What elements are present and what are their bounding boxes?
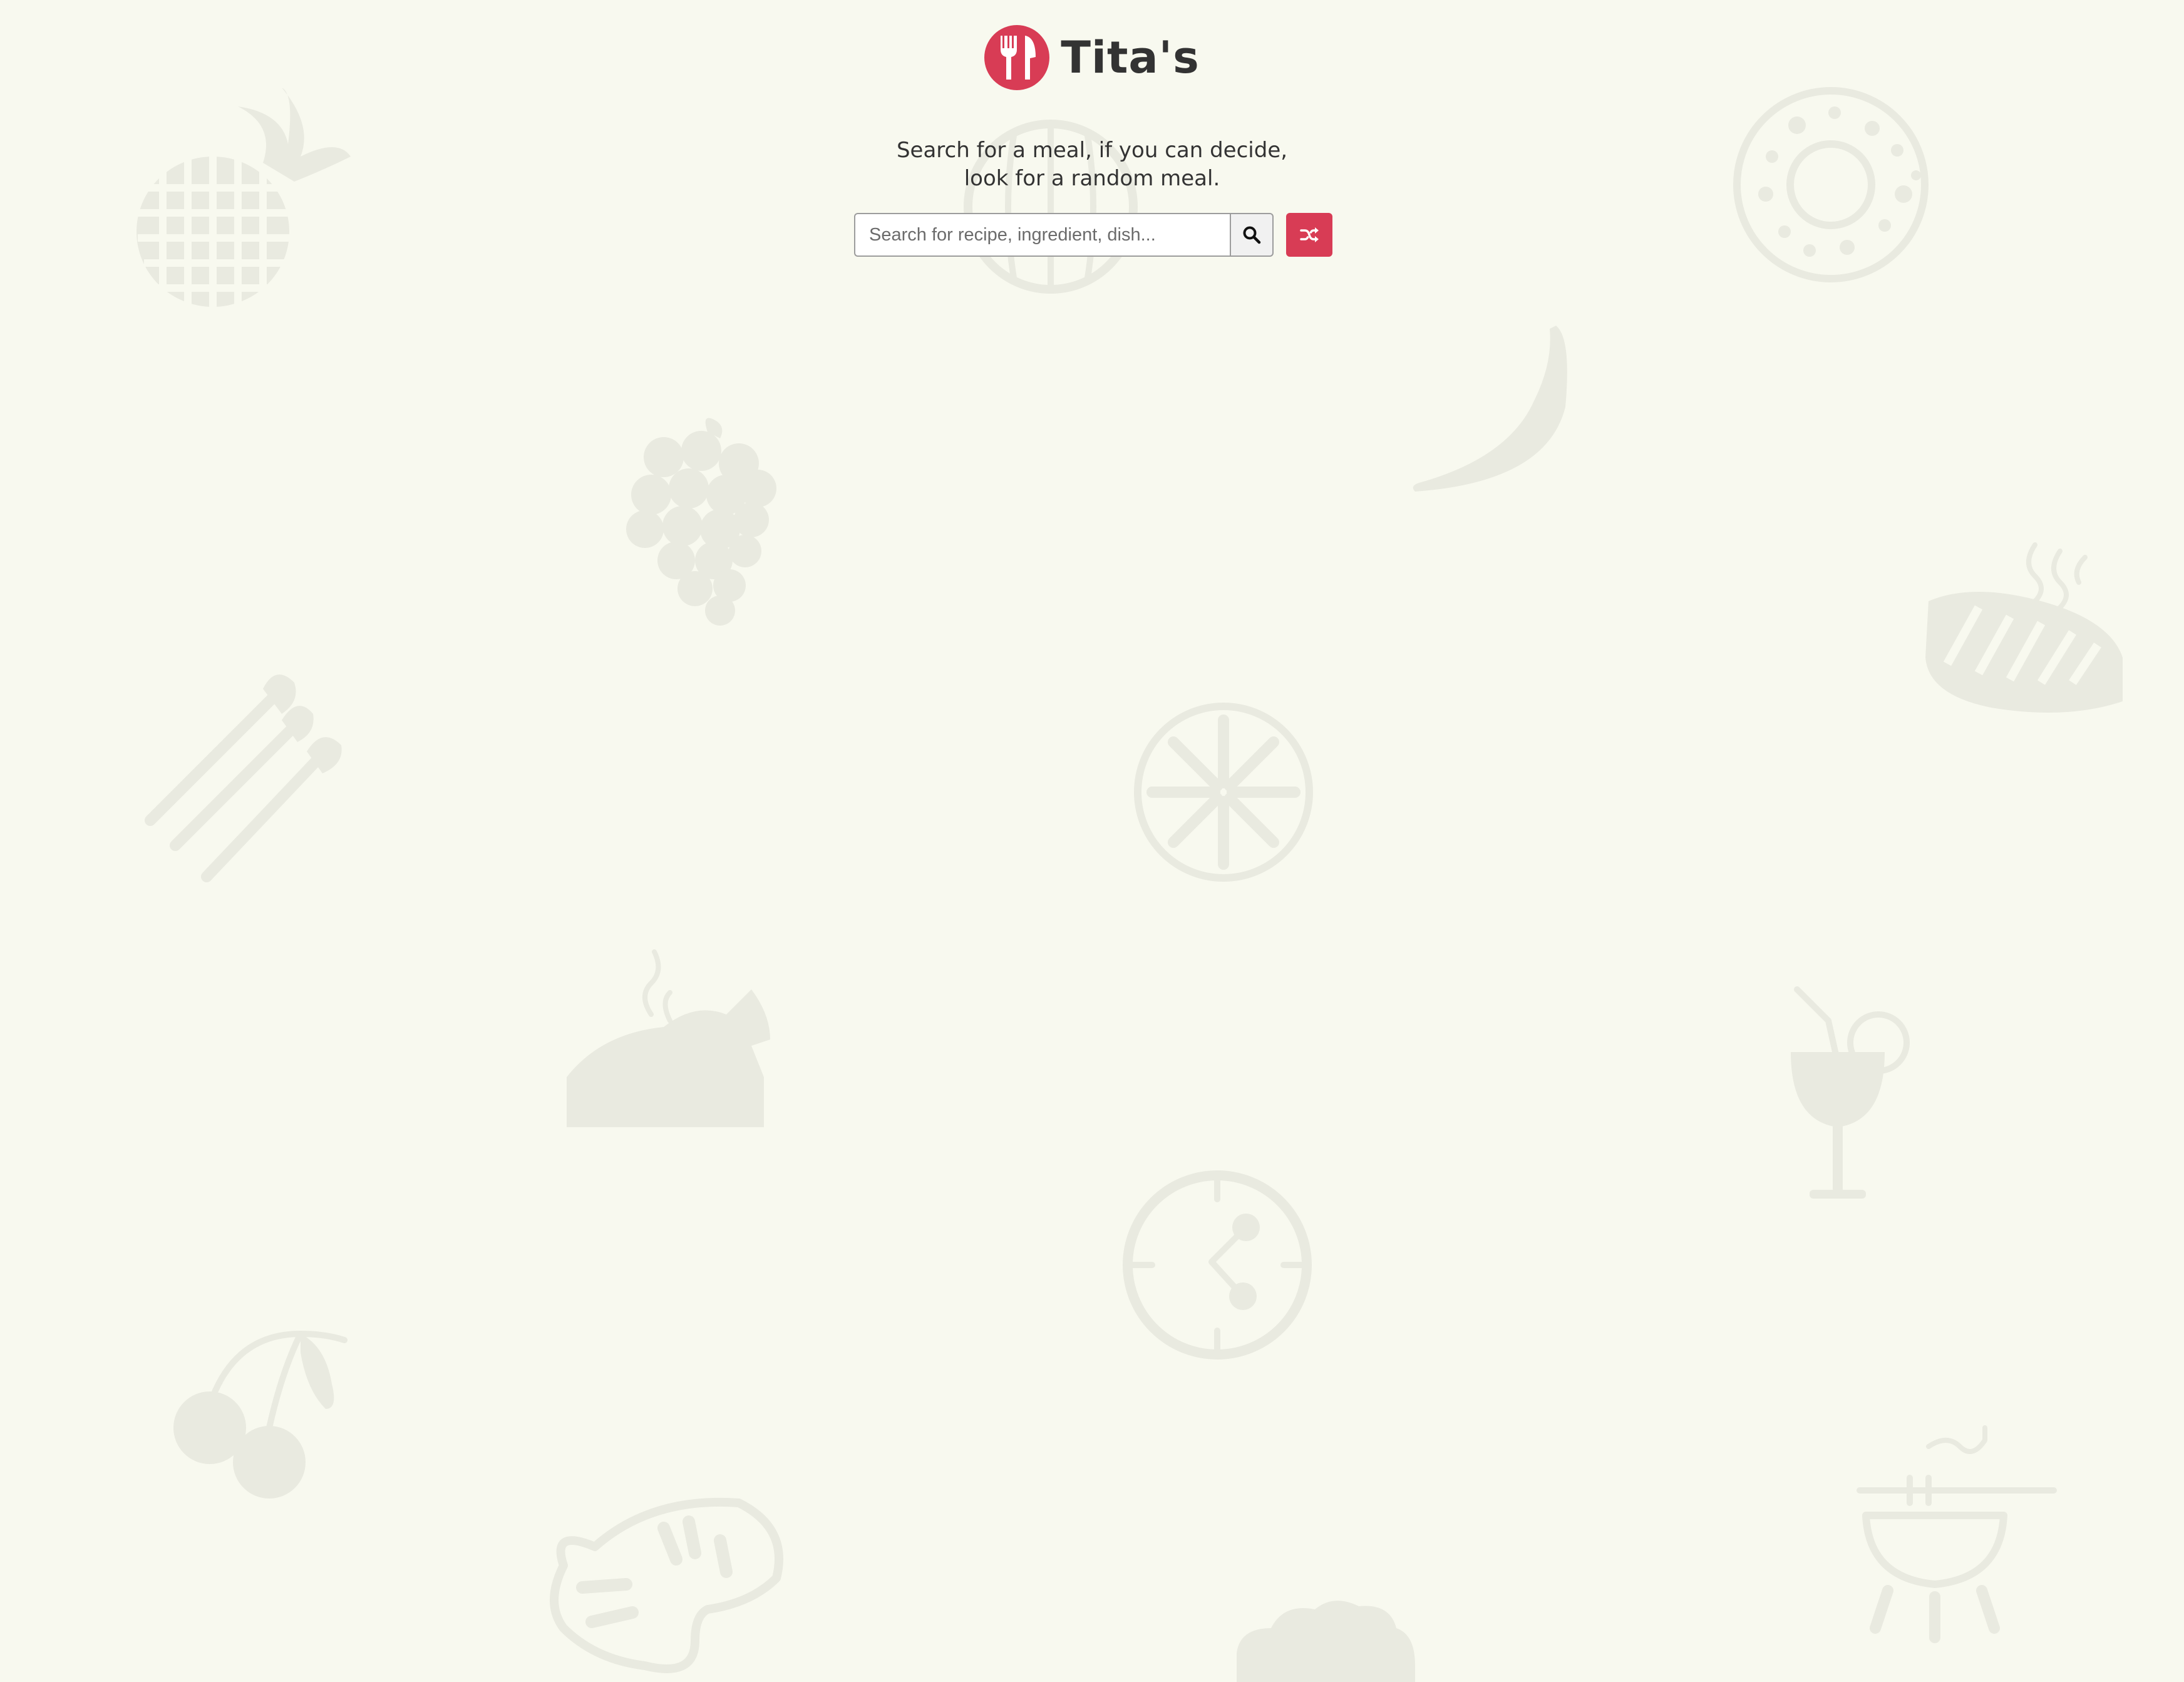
ham-icon bbox=[550, 1497, 783, 1673]
clock-icon bbox=[1123, 1170, 1312, 1360]
cocktail-icon bbox=[1791, 986, 1910, 1199]
cherries-icon bbox=[173, 1331, 348, 1499]
page: Tita's Search for a meal, if you can dec… bbox=[0, 0, 2184, 1682]
tagline-line-2: look for a random meal. bbox=[964, 166, 1220, 191]
search-input[interactable] bbox=[854, 213, 1230, 257]
random-meal-button[interactable] bbox=[1286, 213, 1332, 257]
tagline-line-1: Search for a meal, if you can decide, bbox=[896, 138, 1288, 163]
grapes-icon bbox=[626, 418, 776, 626]
asparagus-icon bbox=[145, 674, 342, 882]
shuffle-icon bbox=[1300, 227, 1319, 242]
cloud-icon bbox=[1237, 1601, 1415, 1682]
search-bar bbox=[854, 213, 1332, 257]
brand-header: Tita's bbox=[0, 25, 2184, 90]
citrus-slice-icon bbox=[1134, 703, 1313, 882]
search-button[interactable] bbox=[1230, 213, 1274, 257]
utensils-icon bbox=[984, 25, 1050, 90]
pineapple-icon bbox=[136, 88, 351, 307]
roast-chicken-icon bbox=[567, 949, 770, 1127]
bbq-grill-icon bbox=[1857, 1425, 2057, 1643]
banana-icon bbox=[1413, 326, 1567, 492]
tagline: Search for a meal, if you can decide, lo… bbox=[0, 137, 2184, 193]
search-icon bbox=[1243, 226, 1261, 244]
steak-icon bbox=[1925, 542, 2123, 713]
brand-name: Tita's bbox=[1061, 32, 1200, 83]
